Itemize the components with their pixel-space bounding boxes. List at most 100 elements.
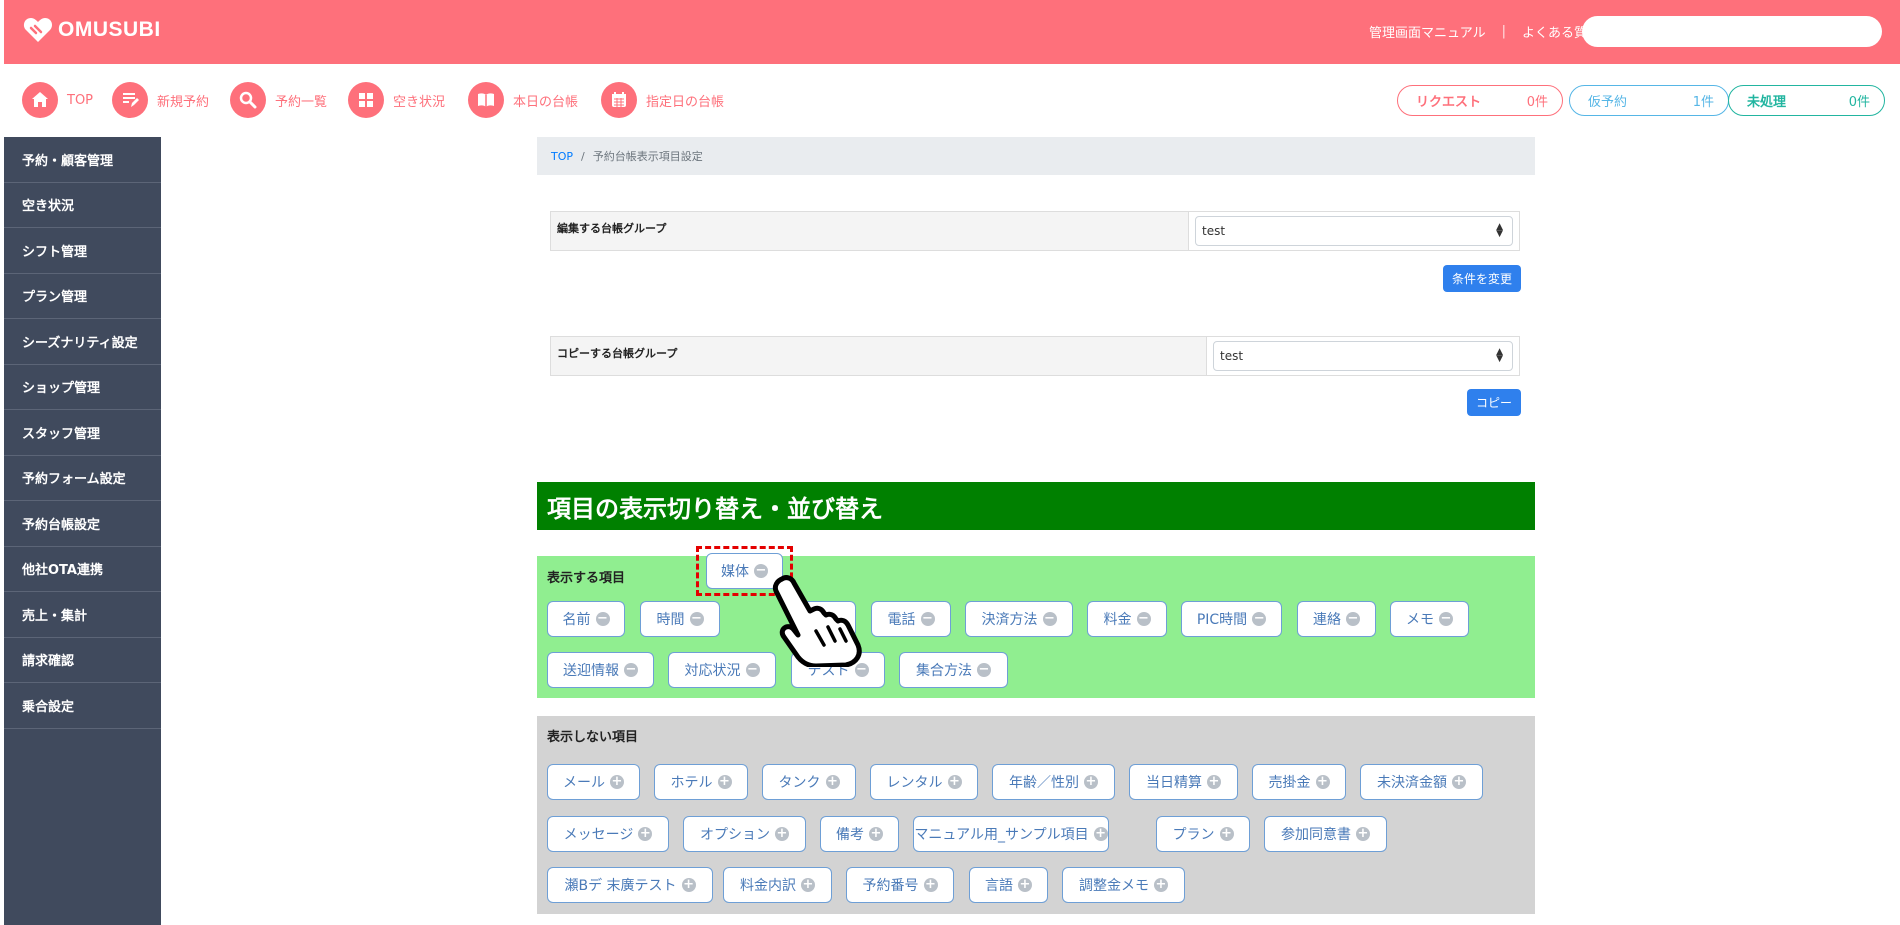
manual-link[interactable]: 管理画面マニュアル [1369,22,1486,41]
chip-label: 料金内訳 [740,878,796,894]
sidebar-item-staff[interactable]: スタッフ管理 [4,410,161,456]
minus-icon[interactable]: − [1252,612,1267,626]
select-arrows-icon: ▲ ▼ [1496,347,1503,364]
hidden-chip[interactable]: 調整金メモ + [1062,867,1185,903]
tentative-badge[interactable]: 仮予約 1件 [1569,85,1729,116]
plus-icon[interactable]: + [923,878,938,892]
nav-reservation-list[interactable]: 予約一覧 [230,82,327,118]
hidden-chip[interactable]: タンク + [762,764,856,800]
sidebar-item-ota[interactable]: 他社OTA連携 [4,547,161,592]
hidden-chip[interactable]: マニュアル用_サンプル項目 + [913,816,1109,852]
plus-icon[interactable]: + [1093,827,1108,841]
hidden-chip[interactable]: 参加同意書 + [1264,816,1387,852]
unprocessed-badge[interactable]: 未処理 0件 [1728,85,1885,116]
copy-button[interactable]: コピー [1467,389,1521,416]
shown-chip[interactable]: 送迎情報 − [547,652,654,688]
chip-label: タンク [778,775,821,791]
hidden-chip[interactable]: 言語 + [969,867,1048,903]
minus-icon[interactable]: − [689,612,704,626]
sidebar-item-sales[interactable]: 売上・集計 [4,592,161,638]
minus-icon[interactable]: − [1346,612,1360,626]
plus-icon[interactable]: + [775,827,789,841]
hidden-chip[interactable]: 瀬Bデ 末廣テスト + [547,867,713,903]
minus-icon[interactable]: − [920,612,935,626]
plus-icon[interactable]: + [681,878,696,892]
sidebar-item-availability[interactable]: 空き状況 [4,183,161,228]
sidebar-item-seasonality[interactable]: シーズナリティ設定 [4,319,161,365]
sidebar-item-shared-ride[interactable]: 乗合設定 [4,683,161,729]
hidden-chip[interactable]: 年齢／性別 + [992,764,1115,800]
select-value: test [1220,349,1244,363]
sidebar-item-shop[interactable]: ショップ管理 [4,365,161,410]
sidebar-item-reservation-form[interactable]: 予約フォーム設定 [4,456,161,501]
hidden-chip[interactable]: 売掛金 + [1252,764,1346,800]
hidden-chip[interactable]: 備考 + [820,816,899,852]
sidebar-item-reservation-customer[interactable]: 予約・顧客管理 [4,137,161,183]
plus-icon[interactable]: + [1207,775,1221,789]
header-search-input[interactable] [1582,16,1882,47]
plus-icon[interactable]: + [801,878,815,892]
hidden-chip[interactable]: オプション + [683,816,806,852]
request-badge[interactable]: リクエスト 0件 [1397,85,1563,116]
sidebar-item-plan[interactable]: プラン管理 [4,274,161,319]
plus-icon[interactable]: + [1452,775,1466,789]
minus-icon[interactable]: − [1439,612,1453,626]
minus-icon[interactable]: − [624,663,638,677]
plus-icon[interactable]: + [1018,878,1032,892]
logo[interactable]: OMUSUBI [22,14,161,46]
sidebar-item-ledger-settings[interactable]: 予約台帳設定 [4,501,161,547]
copy-group-select[interactable]: test ▲ ▼ [1213,341,1513,371]
hidden-chip[interactable]: メッセージ + [547,816,669,852]
sidebar-item-billing[interactable]: 請求確認 [4,638,161,683]
minus-icon[interactable]: − [595,612,610,626]
minus-icon[interactable]: − [745,663,760,677]
shown-chip[interactable]: 電話 − [871,601,951,637]
minus-icon[interactable]: − [1136,612,1151,626]
hidden-chip[interactable]: メール + [547,764,640,800]
plus-icon[interactable]: + [1154,878,1168,892]
shown-chip[interactable]: 対応状況 − [668,652,776,688]
plus-icon[interactable]: + [1315,775,1330,789]
shown-chip[interactable]: 連絡 − [1297,601,1376,637]
nav-top[interactable]: TOP [22,82,93,118]
change-condition-button[interactable]: 条件を変更 [1443,265,1521,292]
nav-label: TOP [67,92,94,108]
sidebar-item-shift[interactable]: シフト管理 [4,228,161,274]
shown-chip[interactable]: 決済方法 − [965,601,1073,637]
breadcrumb-home[interactable]: TOP [551,150,573,163]
shown-chip[interactable]: メモ − [1390,601,1469,637]
shown-chip[interactable]: 時間 − [640,601,720,637]
plus-icon[interactable]: + [717,775,732,789]
hidden-chip[interactable]: ホテル + [654,764,748,800]
new-reservation-icon [112,82,148,118]
nav-label: 予約一覧 [275,94,328,110]
shown-chip[interactable]: 料金 − [1087,601,1167,637]
search-icon [230,82,266,118]
edit-group-select[interactable]: test ▲ ▼ [1195,216,1513,246]
hidden-chip[interactable]: レンタル + [870,764,978,800]
shown-chip[interactable]: 集合方法 − [899,652,1008,688]
chip-label: 連絡 [1313,612,1341,628]
nav-today-ledger[interactable]: 本日の台帳 [468,82,578,118]
minus-icon[interactable]: − [977,663,991,677]
plus-icon[interactable]: + [869,827,883,841]
plus-icon[interactable]: + [638,827,653,841]
plus-icon[interactable]: + [1219,827,1234,841]
minus-icon[interactable]: − [1042,612,1057,626]
hidden-chip[interactable]: 予約番号 + [846,867,954,903]
plus-icon[interactable]: + [825,775,840,789]
hidden-chip[interactable]: 当日精算 + [1129,764,1238,800]
plus-icon[interactable]: + [947,775,962,789]
hidden-chip[interactable]: 料金内訳 + [723,867,832,903]
nav-availability[interactable]: 空き状況 [348,82,445,118]
nav-date-ledger[interactable]: 指定日の台帳 [601,82,724,118]
plus-icon[interactable]: + [610,775,624,789]
hidden-chip[interactable]: 未決済金額 + [1360,764,1483,800]
plus-icon[interactable]: + [1356,827,1370,841]
header-links: 管理画面マニュアル | よくある質問 [1369,22,1600,41]
shown-chip[interactable]: PIC時間 − [1181,601,1282,637]
plus-icon[interactable]: + [1084,775,1098,789]
hidden-chip[interactable]: プラン + [1156,816,1250,852]
nav-new-reservation[interactable]: 新規予約 [112,82,209,118]
shown-chip[interactable]: 名前 − [547,601,625,637]
